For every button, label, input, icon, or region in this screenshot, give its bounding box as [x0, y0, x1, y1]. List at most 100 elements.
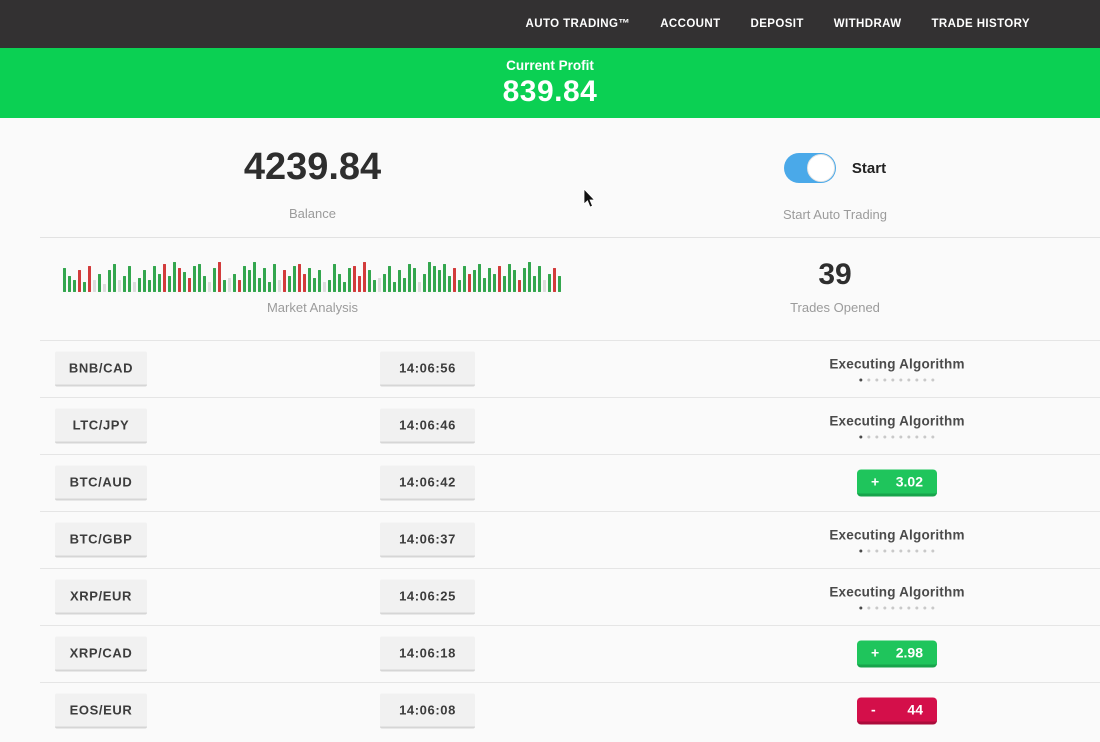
top-nav: AUTO TRADING™ ACCOUNT DEPOSIT WITHDRAW TRADE… [0, 0, 1100, 48]
market-bar [518, 280, 521, 292]
market-bar [168, 276, 171, 292]
market-bar [153, 266, 156, 292]
nav-item-account[interactable]: ACCOUNT [660, 18, 720, 30]
progress-dot [868, 607, 871, 610]
progress-dot [868, 379, 871, 382]
trade-status: Executing Algorithm [829, 528, 964, 553]
market-bar [538, 266, 541, 292]
market-bar [503, 276, 506, 292]
progress-dot [932, 550, 935, 553]
market-bar [533, 276, 536, 292]
market-bar [178, 268, 181, 292]
executing-label: Executing Algorithm [829, 414, 964, 429]
market-bar [113, 264, 116, 292]
market-bar [233, 274, 236, 292]
progress-dot [860, 607, 863, 610]
trade-status: Executing Algorithm [829, 357, 964, 382]
trade-result-badge: +2.98 [857, 641, 937, 668]
balance-label: Balance [289, 206, 336, 221]
market-bar [208, 282, 211, 292]
market-bar [428, 262, 431, 292]
trade-status: +3.02 [857, 470, 937, 497]
trade-time: 14:06:37 [380, 523, 475, 558]
market-bar [108, 270, 111, 292]
progress-dot [868, 550, 871, 553]
auto-trading-toggle[interactable] [784, 153, 836, 183]
market-bar [418, 282, 421, 292]
market-bar [478, 264, 481, 292]
market-bar [88, 266, 91, 292]
trades-opened-label: Trades Opened [790, 300, 880, 315]
trade-row: BTC/GBP14:06:37Executing Algorithm [40, 511, 1100, 568]
market-bar [443, 264, 446, 292]
trade-time: 14:06:25 [380, 580, 475, 615]
market-bar [498, 266, 501, 292]
market-bar [203, 276, 206, 292]
trade-result-badge: -44 [857, 698, 937, 725]
trade-time: 14:06:42 [380, 466, 475, 501]
nav-item-auto-trading[interactable]: AUTO TRADING™ [526, 18, 631, 30]
trade-list: BNB/CAD14:06:56Executing AlgorithmLTC/JP… [0, 340, 1100, 739]
market-bar [258, 278, 261, 292]
market-bar [268, 282, 271, 292]
progress-dot [900, 379, 903, 382]
market-bar [403, 278, 406, 292]
trade-status: Executing Algorithm [829, 414, 964, 439]
result-sign: - [871, 702, 876, 718]
progress-dot [884, 436, 887, 439]
stats-row-balance: 4239.84 Balance Start Start Auto Trading [0, 118, 1100, 237]
market-bar [423, 274, 426, 292]
nav-item-deposit[interactable]: DEPOSIT [751, 18, 804, 30]
profit-value: 839.84 [0, 75, 1100, 109]
balance-value: 4239.84 [244, 148, 381, 186]
profit-banner: Current Profit 839.84 [0, 48, 1100, 118]
market-bar [68, 276, 71, 292]
market-bar [558, 276, 561, 292]
stats-row-market: Market Analysis 39 Trades Opened [0, 238, 1100, 340]
market-bar [328, 280, 331, 292]
market-bar [173, 262, 176, 292]
executing-label: Executing Algorithm [829, 528, 964, 543]
trade-row: BTC/AUD 14:06:42 +3.02 [40, 454, 1100, 511]
progress-dot [932, 379, 935, 382]
trade-time: 14:06:18 [380, 637, 475, 672]
market-bar [128, 266, 131, 292]
progress-dot [860, 436, 863, 439]
market-bar [63, 268, 66, 292]
progress-dot [932, 607, 935, 610]
pair-badge: XRP/CAD [55, 637, 147, 672]
trade-time: 14:06:08 [380, 694, 475, 729]
market-bar [118, 280, 121, 292]
progress-dot [892, 379, 895, 382]
market-bar [473, 270, 476, 292]
market-bar [158, 274, 161, 292]
nav-item-trade-history[interactable]: TRADE HISTORY [932, 18, 1031, 30]
progress-dot [908, 550, 911, 553]
market-bar [123, 276, 126, 292]
result-value: 3.02 [896, 474, 923, 490]
pair-badge: BTC/AUD [55, 466, 147, 501]
nav-item-withdraw[interactable]: WITHDRAW [834, 18, 902, 30]
market-bar [103, 284, 106, 292]
market-bar [343, 282, 346, 292]
trade-row: BNB/CAD14:06:56Executing Algorithm [40, 340, 1100, 397]
market-bar [138, 278, 141, 292]
progress-dot [884, 550, 887, 553]
toggle-knob [807, 154, 835, 182]
market-bar [453, 268, 456, 292]
market-bar [223, 280, 226, 292]
result-sign: + [871, 474, 879, 490]
progress-dot [900, 436, 903, 439]
trade-time: 14:06:56 [380, 352, 475, 387]
market-bar [393, 282, 396, 292]
market-bar [373, 280, 376, 292]
progress-dot [924, 436, 927, 439]
market-bar [548, 274, 551, 292]
trade-status: Executing Algorithm [829, 585, 964, 610]
market-bar [73, 280, 76, 292]
market-bar [193, 266, 196, 292]
market-bar [433, 266, 436, 292]
market-analysis-label: Market Analysis [267, 300, 358, 315]
progress-dot [916, 607, 919, 610]
trade-row: XRP/EUR14:06:25Executing Algorithm [40, 568, 1100, 625]
